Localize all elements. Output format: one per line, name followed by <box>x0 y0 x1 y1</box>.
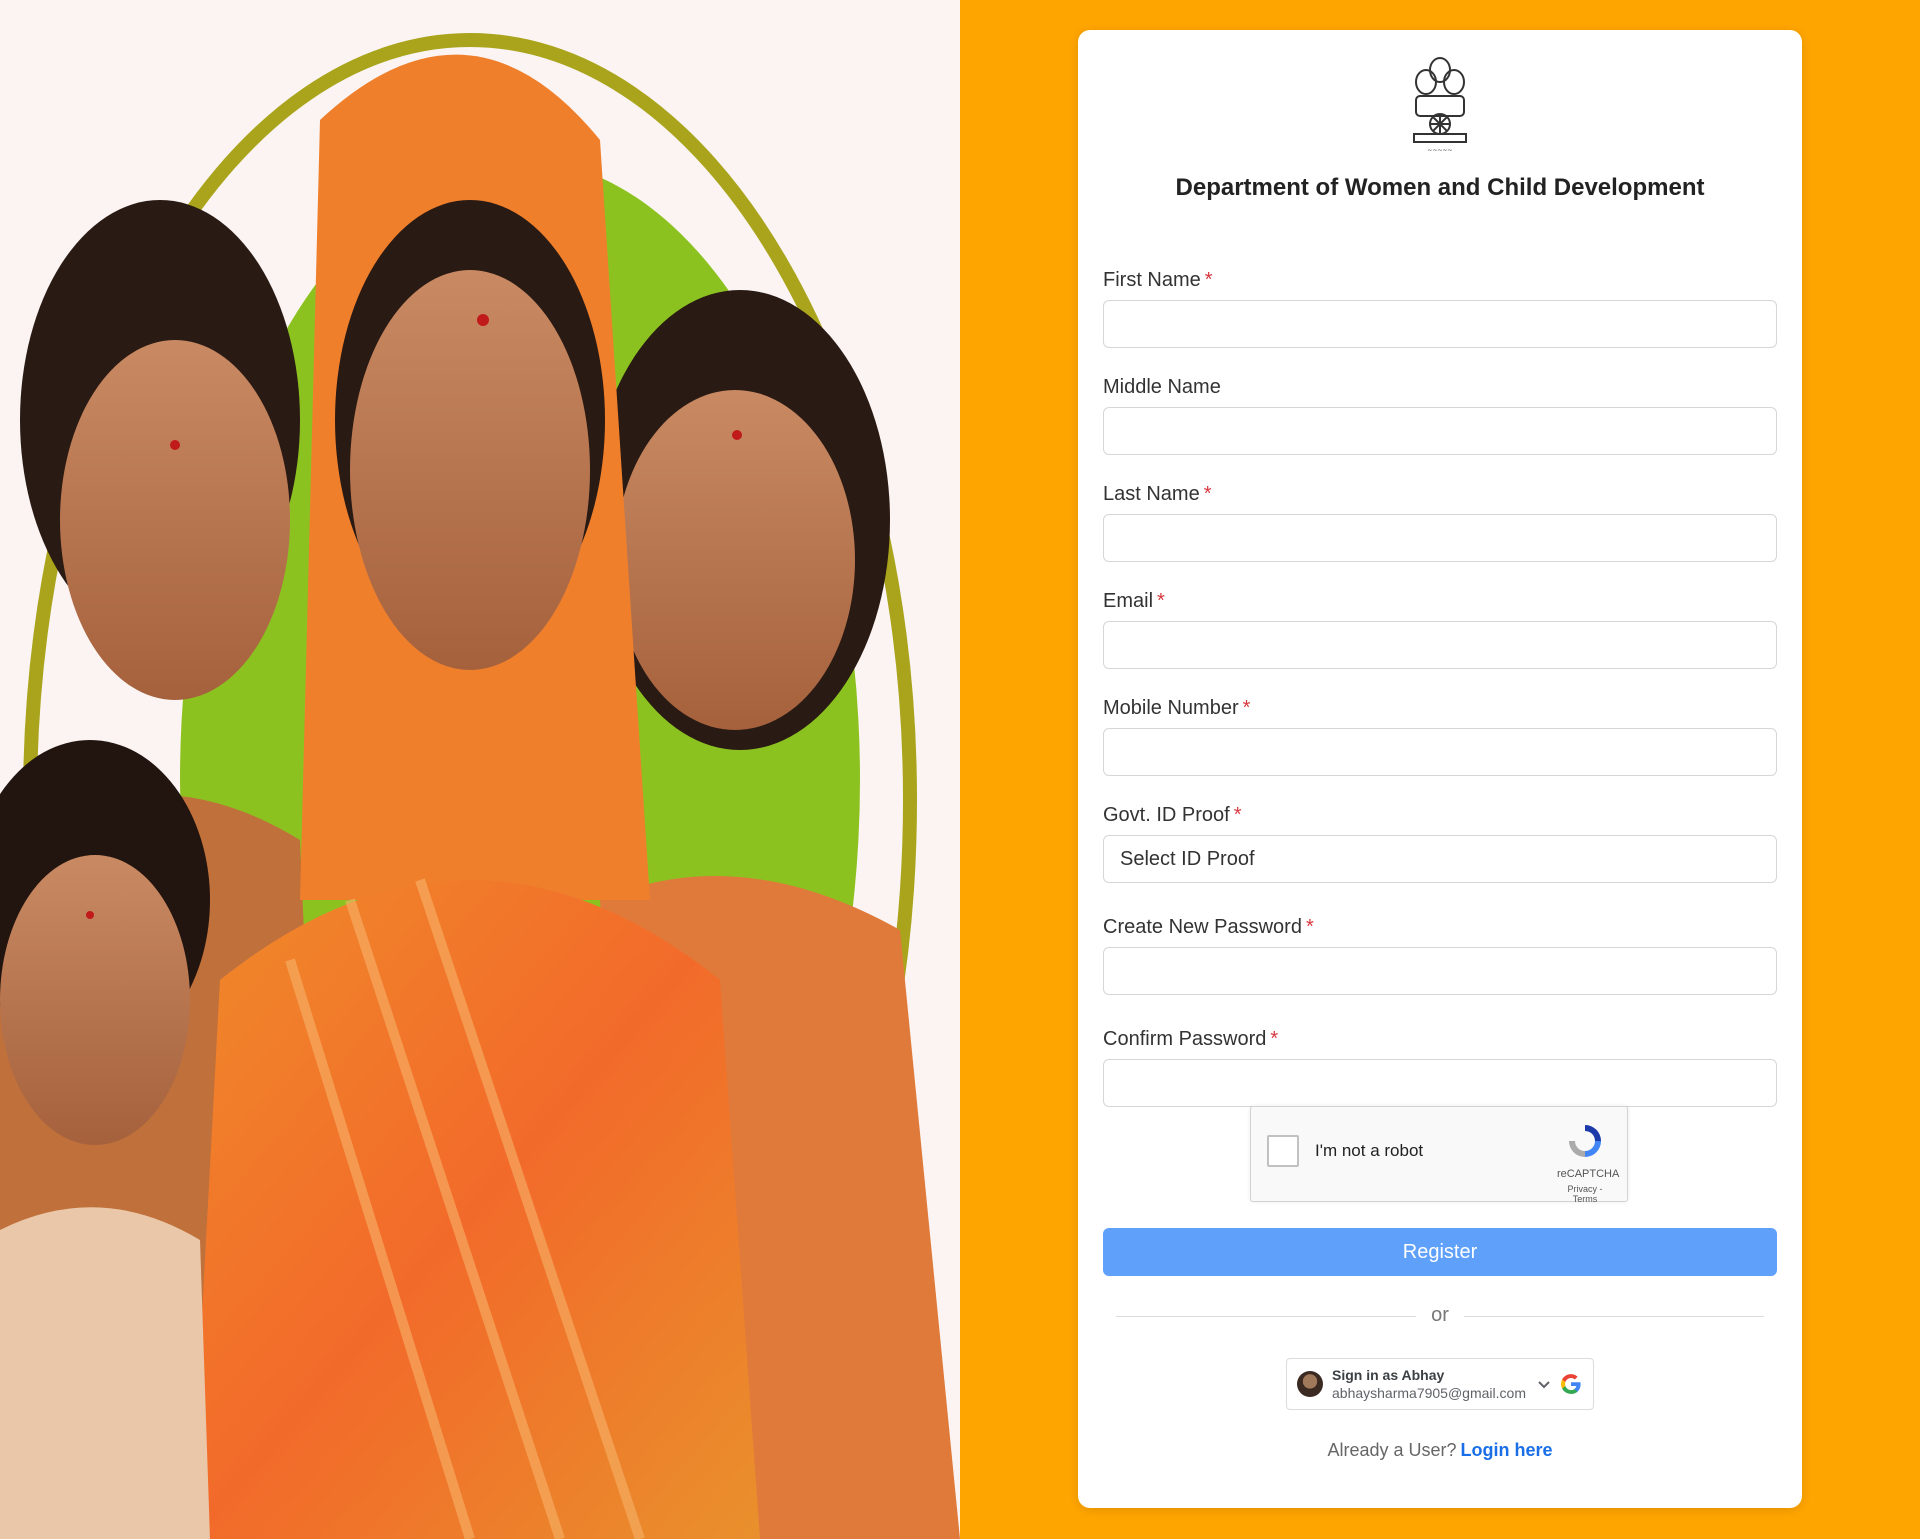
google-logo-icon <box>1560 1374 1581 1394</box>
required-marker: * <box>1242 697 1251 719</box>
govt-id-group: Govt. ID Proof * Select ID Proof <box>1103 803 1777 883</box>
mobile-input[interactable] <box>1103 728 1777 776</box>
new-password-label: Create New Password * <box>1103 916 1314 938</box>
middle-name-group: Middle Name <box>1103 375 1777 455</box>
or-divider: or <box>1116 1304 1764 1326</box>
login-prompt-text: Already a User? <box>1327 1440 1457 1460</box>
confirm-password-group: Confirm Password * <box>1103 1027 1777 1107</box>
register-button[interactable]: Register <box>1103 1228 1777 1276</box>
svg-text:~~~~~: ~~~~~ <box>1427 147 1452 154</box>
google-sign-in-button[interactable]: Sign in as Abhay abhaysharma7905@gmail.c… <box>1286 1358 1594 1410</box>
govt-id-label: Govt. ID Proof * <box>1103 804 1242 826</box>
recaptcha-logo: reCAPTCHA Privacy - Terms <box>1557 1121 1620 1204</box>
email-label: Email * <box>1103 590 1165 612</box>
required-marker: * <box>1305 916 1314 938</box>
required-marker: * <box>1157 590 1165 612</box>
hero-illustration <box>0 0 960 1539</box>
or-text: or <box>1431 1304 1449 1326</box>
govt-id-select[interactable]: Select ID Proof <box>1103 835 1777 883</box>
mobile-group: Mobile Number * <box>1103 696 1777 776</box>
google-account-name: Sign in as Abhay <box>1332 1367 1445 1383</box>
last-name-group: Last Name * <box>1103 482 1777 562</box>
last-name-label: Last Name * <box>1103 483 1212 505</box>
last-name-input[interactable] <box>1103 514 1777 562</box>
page-title: Department of Women and Child Developmen… <box>1175 174 1705 201</box>
recaptcha-widget: I'm not a robot reCAPTCHA Privacy - Term… <box>1250 1106 1628 1204</box>
first-name-label: First Name * <box>1103 269 1213 291</box>
avatar <box>1297 1371 1323 1397</box>
required-marker: * <box>1203 483 1212 505</box>
recaptcha-checkbox[interactable] <box>1267 1135 1299 1167</box>
middle-name-label: Middle Name <box>1103 376 1221 398</box>
required-marker: * <box>1270 1028 1279 1050</box>
required-marker: * <box>1233 804 1242 826</box>
recaptcha-label: I'm not a robot <box>1315 1141 1424 1160</box>
google-account-email: abhaysharma7905@gmail.com <box>1332 1385 1526 1401</box>
email-input[interactable] <box>1103 621 1777 669</box>
first-name-group: First Name * <box>1103 268 1777 348</box>
recaptcha-links: Privacy - Terms <box>1567 1184 1603 1204</box>
mobile-label: Mobile Number * <box>1103 697 1251 719</box>
chevron-down-icon <box>1538 1381 1550 1389</box>
new-password-input[interactable] <box>1103 947 1777 995</box>
confirm-password-label: Confirm Password * <box>1103 1028 1279 1050</box>
new-password-group: Create New Password * <box>1103 915 1777 995</box>
hero-image <box>0 0 960 1539</box>
privacy-link[interactable]: Privacy <box>1567 1184 1597 1194</box>
login-prompt: Already a User? Login here <box>1078 1440 1802 1461</box>
recaptcha-icon <box>1569 1125 1601 1157</box>
state-emblem-icon: ~~~~~ <box>1413 57 1467 154</box>
confirm-password-input[interactable] <box>1103 1059 1777 1107</box>
recaptcha-brand: reCAPTCHA <box>1557 1168 1620 1180</box>
first-name-input[interactable] <box>1103 300 1777 348</box>
login-link[interactable]: Login here <box>1461 1440 1553 1460</box>
govt-id-selected: Select ID Proof <box>1120 847 1255 870</box>
email-group: Email * <box>1103 589 1777 669</box>
registration-card: ~~~~~ Department of Women and Child Deve… <box>1078 30 1802 1508</box>
terms-link[interactable]: Terms <box>1573 1194 1598 1204</box>
required-marker: * <box>1204 269 1213 291</box>
middle-name-input[interactable] <box>1103 407 1777 455</box>
